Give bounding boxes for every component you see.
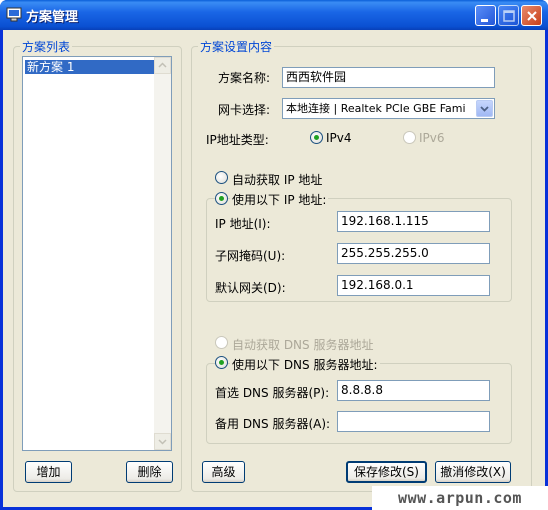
gateway-input[interactable]: 192.168.0.1 <box>337 275 490 296</box>
ip-address-input[interactable]: 192.168.1.115 <box>337 211 490 232</box>
alternate-dns-input[interactable] <box>337 411 490 432</box>
watermark: www.arpun.com <box>372 486 548 510</box>
minimize-button[interactable] <box>475 5 496 26</box>
chevron-down-icon <box>480 106 489 112</box>
ip-address-label: IP 地址(I): <box>215 217 271 231</box>
scroll-down-arrow[interactable] <box>154 433 171 450</box>
cancel-changes-button[interactable]: 撤消修改(X) <box>435 461 511 483</box>
manual-ip-label: 使用以下 IP 地址: <box>230 191 329 208</box>
preferred-dns-label: 首选 DNS 服务器(P): <box>215 386 330 400</box>
manual-ip-radio[interactable] <box>215 192 228 205</box>
close-button[interactable] <box>521 5 542 26</box>
ipv6-label: IPv6 <box>419 131 445 145</box>
auto-dns-radio[interactable] <box>215 336 228 349</box>
manual-dns-radio[interactable] <box>215 356 228 369</box>
maximize-button[interactable] <box>498 5 519 26</box>
dropdown-button[interactable] <box>476 100 493 117</box>
listbox-scrollbar[interactable] <box>154 57 171 450</box>
auto-ip-label: 自动获取 IP 地址 <box>232 173 323 187</box>
subnet-mask-input[interactable]: 255.255.255.0 <box>337 243 490 264</box>
ipv4-radio[interactable] <box>310 131 323 144</box>
ip-type-label: IP地址类型: <box>206 133 269 147</box>
window-title: 方案管理 <box>26 10 79 25</box>
monitor-icon <box>6 7 22 22</box>
preferred-dns-input[interactable]: 8.8.8.8 <box>337 380 490 401</box>
scheme-list-group-label: 方案列表 <box>20 38 73 55</box>
delete-scheme-button[interactable]: 删除 <box>126 461 173 483</box>
title-bar[interactable]: 方案管理 <box>0 0 548 30</box>
auto-ip-radio[interactable] <box>215 171 228 184</box>
chevron-down-icon <box>158 439 167 445</box>
scheme-name-label: 方案名称: <box>218 71 271 85</box>
nic-select[interactable]: 本地连接 | Realtek PCIe GBE Fami <box>282 98 495 119</box>
nic-select-value: 本地连接 | Realtek PCIe GBE Fami <box>286 102 466 115</box>
auto-dns-label: 自动获取 DNS 服务器地址 <box>232 338 374 352</box>
list-item[interactable]: 新方案 1 <box>25 60 156 74</box>
add-scheme-button[interactable]: 增加 <box>25 461 72 483</box>
maximize-icon <box>503 10 515 22</box>
close-icon <box>527 11 537 21</box>
minimize-icon <box>481 19 488 22</box>
scheme-listbox[interactable]: 新方案 1 <box>22 56 172 451</box>
ipv4-label: IPv4 <box>326 131 352 145</box>
gateway-label: 默认网关(D): <box>215 281 286 295</box>
save-changes-button[interactable]: 保存修改(S) <box>346 461 427 483</box>
advanced-button[interactable]: 高级 <box>202 461 245 483</box>
subnet-mask-label: 子网掩码(U): <box>215 249 286 263</box>
scheme-settings-group-label: 方案设置内容 <box>198 38 275 55</box>
nic-label: 网卡选择: <box>218 103 271 117</box>
alternate-dns-label: 备用 DNS 服务器(A): <box>215 417 331 431</box>
scroll-up-arrow[interactable] <box>154 57 171 74</box>
chevron-up-icon <box>158 62 167 68</box>
manual-dns-label: 使用以下 DNS 服务器地址: <box>230 356 380 373</box>
ipv6-radio[interactable] <box>403 131 416 144</box>
scheme-name-input[interactable]: 西西软件园 <box>282 67 495 88</box>
